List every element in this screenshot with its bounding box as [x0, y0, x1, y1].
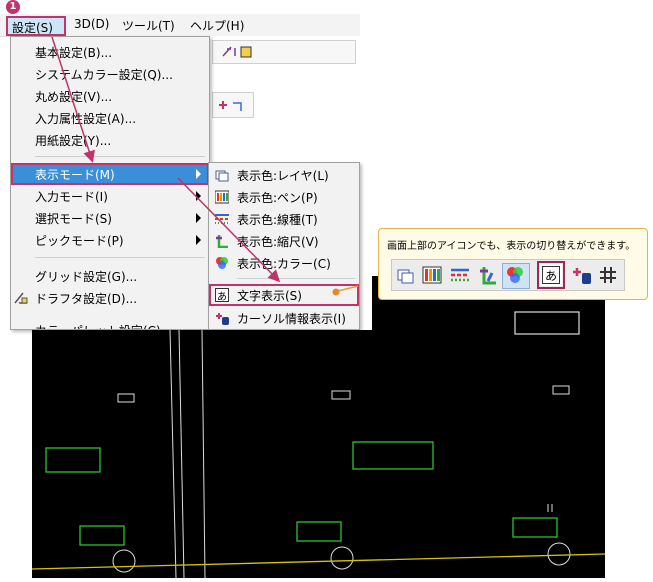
- annotation-arrows: [51, 36, 359, 296]
